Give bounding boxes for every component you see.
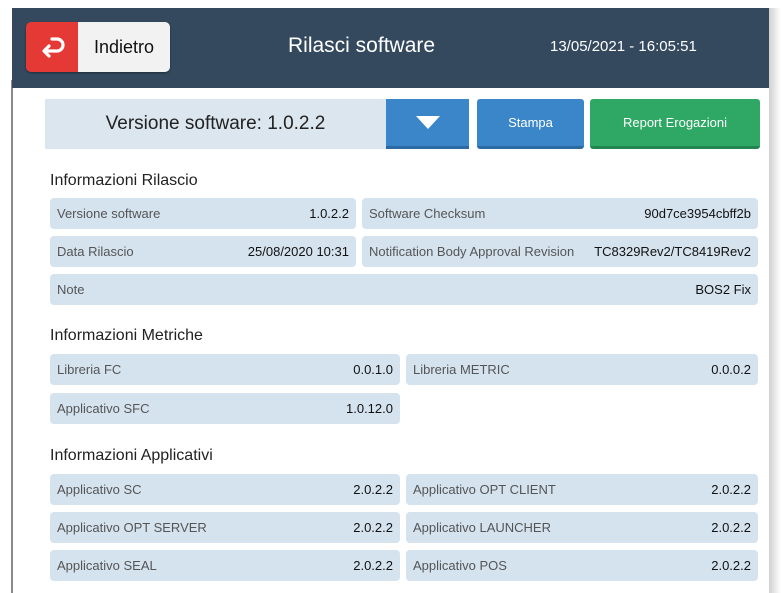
window-top-edge	[12, 0, 781, 8]
info-cell-version: Versione software 1.0.2.2	[50, 198, 356, 229]
info-value: 90d7ce3954cbff2b	[644, 206, 751, 221]
info-cell-checksum: Software Checksum 90d7ce3954cbff2b	[362, 198, 758, 229]
app-window: Indietro Rilasci software 13/05/2021 - 1…	[0, 0, 781, 593]
info-label: Applicativo SFC	[57, 401, 150, 416]
info-cell-applicativo-launcher: Applicativo LAUNCHER 2.0.2.2	[406, 512, 758, 543]
info-label: Software Checksum	[369, 206, 486, 221]
chevron-down-icon	[415, 115, 440, 129]
section-title-metrics: Informazioni Metriche	[50, 327, 203, 344]
info-value: 2.0.2.2	[711, 558, 751, 573]
info-value: 25/08/2020 10:31	[247, 244, 349, 259]
info-cell-approval-revision: Notification Body Approval Revision TC83…	[362, 236, 758, 267]
header-bar: Indietro Rilasci software 13/05/2021 - 1…	[12, 8, 769, 88]
info-value: 2.0.2.2	[711, 520, 751, 535]
info-value: 2.0.2.2	[353, 558, 393, 573]
version-selector[interactable]: Versione software: 1.0.2.2	[45, 99, 386, 149]
info-cell-note: Note BOS2 Fix	[50, 274, 758, 305]
info-value: 1.0.2.2	[309, 206, 349, 221]
info-cell-libreria-metric: Libreria METRIC 0.0.0.2	[406, 354, 758, 385]
info-value: 0.0.1.0	[353, 362, 393, 377]
info-label: Applicativo SEAL	[57, 558, 157, 573]
info-cell-applicativo-opt-server: Applicativo OPT SERVER 2.0.2.2	[50, 512, 400, 543]
back-button-label: Indietro	[78, 22, 170, 72]
info-value: 2.0.2.2	[353, 520, 393, 535]
info-cell-release-date: Data Rilascio 25/08/2020 10:31	[50, 236, 356, 267]
info-label: Applicativo POS	[413, 558, 507, 573]
back-button[interactable]: Indietro	[26, 22, 170, 72]
window-left-border	[11, 80, 13, 593]
info-value: BOS2 Fix	[695, 282, 751, 297]
return-arrow-icon	[42, 37, 65, 58]
version-dropdown-button[interactable]	[386, 99, 469, 149]
info-cell-applicativo-sc: Applicativo SC 2.0.2.2	[50, 474, 400, 505]
info-value: 0.0.0.2	[711, 362, 751, 377]
info-label: Applicativo OPT CLIENT	[413, 482, 556, 497]
info-label: Libreria METRIC	[413, 362, 510, 377]
section-title-release: Informazioni Rilascio	[50, 172, 198, 189]
datetime-display: 13/05/2021 - 16:05:51	[550, 38, 697, 55]
info-label: Applicativo SC	[57, 482, 142, 497]
info-label: Libreria FC	[57, 362, 122, 377]
info-label: Applicativo LAUNCHER	[413, 520, 551, 535]
info-label: Notification Body Approval Revision	[369, 244, 575, 259]
info-cell-applicativo-seal: Applicativo SEAL 2.0.2.2	[50, 550, 400, 581]
info-cell-applicativo-opt-client: Applicativo OPT CLIENT 2.0.2.2	[406, 474, 758, 505]
section-title-apps: Informazioni Applicativi	[50, 447, 213, 464]
info-label: Data Rilascio	[57, 244, 134, 259]
info-cell-libreria-fc: Libreria FC 0.0.1.0	[50, 354, 400, 385]
page-title: Rilasci software	[288, 34, 436, 57]
print-button[interactable]: Stampa	[477, 99, 584, 149]
back-icon-area	[26, 22, 78, 72]
info-cell-applicativo-pos: Applicativo POS 2.0.2.2	[406, 550, 758, 581]
info-value: 2.0.2.2	[353, 482, 393, 497]
info-value: TC8329Rev2/TC8419Rev2	[594, 244, 751, 259]
info-label: Note	[57, 282, 85, 297]
info-value: 2.0.2.2	[711, 482, 751, 497]
info-label: Applicativo OPT SERVER	[57, 520, 207, 535]
info-cell-applicativo-sfc: Applicativo SFC 1.0.12.0	[50, 393, 400, 424]
info-label: Versione software	[57, 206, 161, 221]
info-value: 1.0.12.0	[346, 401, 393, 416]
report-erogazioni-button[interactable]: Report Erogazioni	[590, 99, 760, 149]
window-shadow	[769, 8, 781, 593]
